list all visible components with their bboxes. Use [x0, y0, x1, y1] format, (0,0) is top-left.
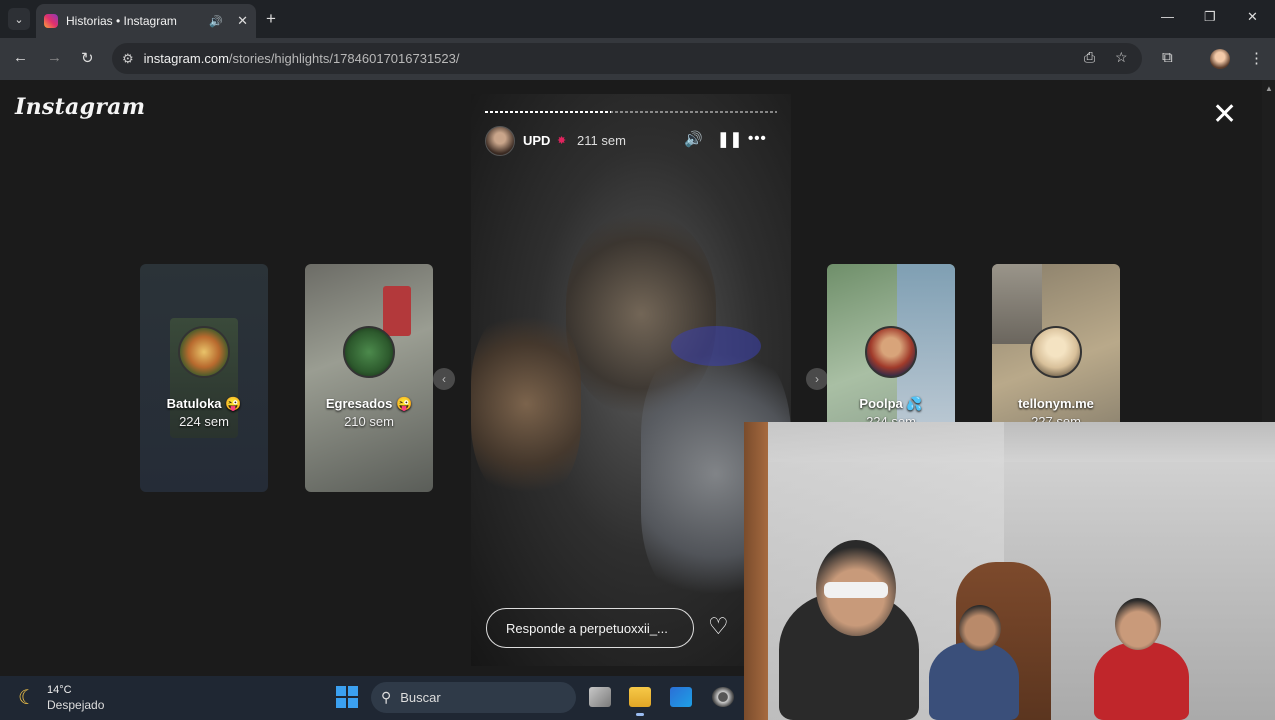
install-app-icon[interactable]: ⎙ — [1084, 49, 1095, 66]
weather-temp[interactable]: 14°C — [47, 684, 72, 696]
taskbar-search[interactable]: ⚲ Buscar — [371, 682, 576, 713]
forward-icon[interactable]: → — [47, 49, 62, 66]
browser-toolbar: ← → ↻ ⚙ instagram.com/stories/highlights… — [0, 38, 1275, 80]
card-name: Egresados 😜 — [325, 396, 413, 411]
reply-input[interactable]: Responde a perpetuoxxii_... — [486, 608, 694, 648]
reload-icon[interactable]: ↻ — [81, 49, 94, 67]
audio-playing-icon[interactable]: 🔊 — [209, 15, 223, 28]
address-bar[interactable]: ⚙ instagram.com/stories/highlights/17846… — [112, 43, 1142, 74]
tab-bar: ⌄ Historias • Instagram 🔊 ✕ + — ❐ ✕ — [0, 0, 1275, 38]
back-icon[interactable]: ← — [13, 49, 28, 66]
search-placeholder: Buscar — [400, 690, 441, 705]
card-avatar — [865, 326, 917, 378]
sunglasses — [824, 582, 888, 598]
weather-condition[interactable]: Despejado — [47, 698, 104, 712]
instagram-logo[interactable]: Instagram — [15, 94, 145, 120]
card-name: tellonym.me — [1018, 396, 1094, 411]
taskbar: ☾ 14°C Despejado ⚲ Buscar — [0, 676, 744, 720]
close-window-icon[interactable]: ✕ — [1247, 9, 1258, 25]
microsoft-store-icon[interactable] — [670, 687, 692, 707]
story-card-batuloka[interactable]: Batuloka 😜 224 sem — [140, 264, 268, 492]
site-info-icon[interactable]: ⚙ — [122, 51, 134, 67]
card-preview — [383, 286, 411, 336]
tab-search-icon[interactable]: ⌄ — [8, 8, 30, 30]
bookmark-star-icon[interactable]: ☆ — [1115, 49, 1128, 66]
story-image-region — [671, 326, 761, 366]
verified-badge-icon: ✸ — [557, 135, 567, 147]
card-avatar — [343, 326, 395, 378]
extensions-icon[interactable]: ⧉ — [1162, 49, 1173, 66]
card-time: 224 sem — [179, 414, 229, 429]
browser-menu-icon[interactable]: ⋮ — [1249, 49, 1264, 67]
url-path: /stories/highlights/17846017016731523/ — [228, 51, 460, 66]
restore-icon[interactable]: ❐ — [1204, 9, 1216, 25]
story-image-region — [471, 309, 581, 499]
file-explorer-icon[interactable] — [629, 687, 651, 707]
tab-instagram[interactable]: Historias • Instagram 🔊 ✕ — [36, 4, 256, 38]
card-preview — [992, 264, 1042, 344]
story-viewer[interactable]: UPD ✸ 211 sem 🔊 ❚❚ ••• Responde a perpet… — [471, 94, 791, 666]
more-options-icon[interactable]: ••• — [748, 130, 767, 147]
story-timestamp: 211 sem — [577, 133, 626, 148]
new-tab-icon[interactable]: + — [266, 9, 276, 29]
webcam-person — [959, 605, 1001, 651]
app-launcher-icon[interactable] — [712, 687, 734, 707]
minimize-icon[interactable]: — — [1161, 9, 1174, 24]
next-story-icon[interactable]: › — [806, 368, 828, 390]
close-icon[interactable]: ✕ — [1212, 100, 1237, 130]
moon-icon[interactable]: ☾ — [18, 685, 36, 710]
tab-title: Historias • Instagram — [66, 14, 177, 28]
card-avatar — [178, 326, 230, 378]
story-user-avatar[interactable] — [485, 126, 515, 156]
webcam-scene — [744, 422, 768, 720]
windows-start-icon[interactable] — [336, 686, 358, 708]
webcam-person — [1115, 598, 1161, 650]
search-icon: ⚲ — [381, 689, 392, 705]
story-progress-fill — [485, 111, 611, 113]
previous-story-icon[interactable]: ‹ — [433, 368, 455, 390]
webcam-person — [929, 642, 1019, 720]
active-app-indicator — [636, 713, 644, 716]
instagram-favicon-icon — [44, 14, 58, 28]
scroll-up-icon[interactable]: ▲ — [1265, 84, 1273, 93]
volume-icon[interactable]: 🔊 — [684, 130, 703, 148]
profile-avatar[interactable] — [1210, 49, 1230, 69]
story-card-egresados[interactable]: Egresados 😜 210 sem — [305, 264, 433, 492]
card-name: Poolpa 💦 — [859, 396, 923, 411]
pause-icon[interactable]: ❚❚ — [717, 130, 742, 148]
task-view-icon[interactable] — [589, 687, 611, 707]
card-time: 210 sem — [344, 414, 394, 429]
story-progress-bar — [485, 111, 777, 113]
webcam-overlay — [744, 422, 1275, 720]
close-tab-icon[interactable]: ✕ — [237, 13, 248, 29]
story-username[interactable]: UPD — [523, 133, 550, 148]
card-avatar — [1030, 326, 1082, 378]
heart-icon[interactable]: ♡ — [708, 615, 729, 638]
card-name: Batuloka 😜 — [166, 396, 242, 411]
url-host: instagram.com — [143, 51, 229, 66]
webcam-person — [1094, 642, 1189, 720]
